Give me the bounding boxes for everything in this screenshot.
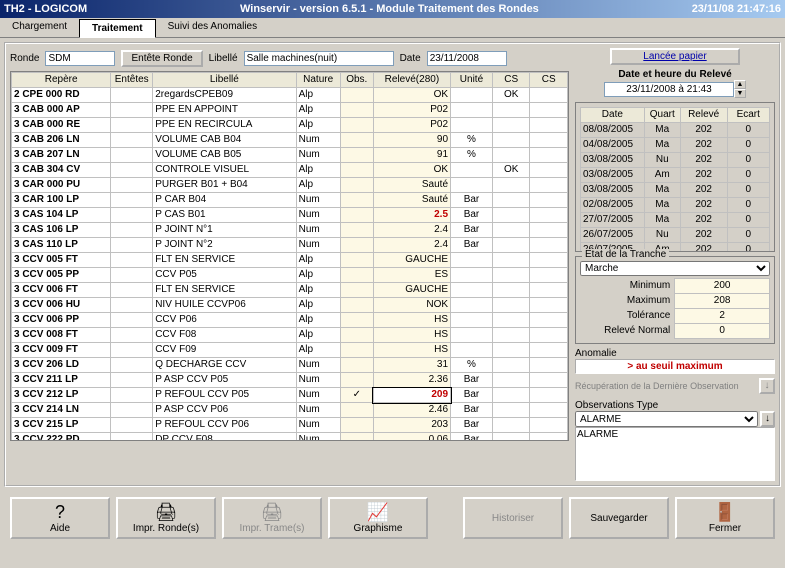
obs-add-button[interactable]: ↓ <box>760 411 775 427</box>
fermer-button[interactable]: 🚪Fermer <box>675 497 775 539</box>
clock: 23/11/08 21:47:16 <box>692 0 781 18</box>
table-row[interactable]: 3 CAR 100 LPP CAR B04NumSautéBar <box>12 193 568 208</box>
date-label: Date <box>400 53 421 64</box>
obs-type-select[interactable]: ALARME <box>575 411 758 427</box>
exit-icon: 🚪 <box>714 503 736 521</box>
table-row[interactable]: 3 CAB 206 LNVOLUME CAB B04Num90% <box>12 133 568 148</box>
etat-select[interactable]: Marche <box>580 261 770 276</box>
sauvegarder-button[interactable]: Sauvegarder <box>569 497 669 539</box>
dateheure-up[interactable]: ▲ <box>734 80 746 89</box>
grid-header[interactable]: Repère <box>12 73 111 88</box>
etat-tol: 2 <box>675 309 770 324</box>
table-row[interactable]: 3 CAB 304 CVCONTROLE VISUELAlpOKOK <box>12 163 568 178</box>
printer-icon: 🖨 <box>155 503 178 521</box>
entete-ronde-button[interactable]: Entête Ronde <box>121 50 202 67</box>
grid-header[interactable]: CS <box>530 73 568 88</box>
derniers-row[interactable]: 26/07/2005Nu2020 <box>581 228 770 243</box>
aide-button[interactable]: ?Aide <box>10 497 110 539</box>
obs-list[interactable]: ALARME <box>575 427 775 481</box>
date-input[interactable] <box>427 51 507 66</box>
obs-list-item[interactable]: ALARME <box>577 429 773 440</box>
table-row[interactable]: 3 CCV 005 FTFLT EN SERVICEAlpGAUCHE <box>12 253 568 268</box>
anomalie-value: > au seuil maximum <box>575 359 775 374</box>
table-row[interactable]: 3 CCV 211 LPP ASP CCV P05Num2.36Bar <box>12 373 568 388</box>
etat-tol-label: Tolérance <box>580 309 675 324</box>
grid-header[interactable]: Unité <box>451 73 493 88</box>
grid-header[interactable]: Entêtes <box>111 73 153 88</box>
etat-max: 208 <box>675 294 770 309</box>
table-row[interactable]: 3 CCV 006 HUNIV HUILE CCVP06AlpNOK <box>12 298 568 313</box>
grid-header[interactable]: Libellé <box>153 73 296 88</box>
recup-label: Récupération de la Dernière Observation <box>575 381 739 391</box>
derniers-header[interactable]: Quart <box>644 108 680 123</box>
derniers-row[interactable]: 27/07/2005Ma2020 <box>581 213 770 228</box>
recup-button[interactable]: ↓ <box>759 378 775 394</box>
tab-traitement[interactable]: Traitement <box>79 19 156 38</box>
etat-max-label: Maximum <box>580 294 675 309</box>
table-row[interactable]: 3 CCV 006 FTFLT EN SERVICEAlpGAUCHE <box>12 283 568 298</box>
dateheure-down[interactable]: ▼ <box>734 89 746 98</box>
derniers-row[interactable]: 03/08/2005Nu2020 <box>581 153 770 168</box>
table-row[interactable]: 3 CAR 000 PUPURGER B01 + B04AlpSauté <box>12 178 568 193</box>
etat-norm: 0 <box>675 324 770 339</box>
derniers-header[interactable]: Ecart <box>727 108 769 123</box>
module-title: Winservir - version 6.5.1 - Module Trait… <box>240 0 539 18</box>
table-row[interactable]: 3 CCV 215 LPP REFOUL CCV P06Num203Bar <box>12 418 568 433</box>
main-grid[interactable]: RepèreEntêtesLibelléNatureObs.Relevé(280… <box>10 71 569 441</box>
table-row[interactable]: 3 CAB 000 APPPE EN APPOINTAlpP02 <box>12 103 568 118</box>
table-row[interactable]: 3 CCV 009 FTCCV F09AlpHS <box>12 343 568 358</box>
grid-header[interactable]: Obs. <box>340 73 373 88</box>
etat-min: 200 <box>675 279 770 294</box>
grid-header[interactable]: CS <box>492 73 530 88</box>
dateheure-input[interactable] <box>604 82 734 97</box>
table-row[interactable]: 3 CCV 005 PPCCV P05AlpES <box>12 268 568 283</box>
table-row[interactable]: 3 CAB 000 REPPE EN RECIRCULAAlpP02 <box>12 118 568 133</box>
derniers-header[interactable]: Relevé <box>680 108 727 123</box>
etat-title: Etat de la Tranche <box>582 249 669 260</box>
graphisme-button[interactable]: 📈Graphisme <box>328 497 428 539</box>
derniers-row[interactable]: 08/08/2005Ma2020 <box>581 123 770 138</box>
table-row[interactable]: 2 CPE 000 RD2regardsCPEB09AlpOKOK <box>12 88 568 103</box>
tab-chargement[interactable]: Chargement <box>0 18 79 37</box>
table-row[interactable]: 3 CCV 206 LDQ DECHARGE CCVNum31% <box>12 358 568 373</box>
derniers-row[interactable]: 03/08/2005Ma2020 <box>581 183 770 198</box>
chart-icon: 📈 <box>367 503 389 521</box>
ronde-label: Ronde <box>10 53 39 64</box>
table-row[interactable]: 3 CCV 008 FTCCV F08AlpHS <box>12 328 568 343</box>
impr-trame-button: 🖨Impr. Trame(s) <box>222 497 322 539</box>
dateheure-label: Date et heure du Relevé <box>575 69 775 80</box>
ronde-input[interactable] <box>45 51 115 66</box>
help-icon: ? <box>55 503 65 521</box>
table-row[interactable]: 3 CAS 110 LPP JOINT N°2Num2.4Bar <box>12 238 568 253</box>
etat-norm-label: Relevé Normal <box>580 324 675 339</box>
table-row[interactable]: 3 CAS 106 LPP JOINT N°1Num2.4Bar <box>12 223 568 238</box>
table-row[interactable]: 3 CCV 006 PPCCV P06AlpHS <box>12 313 568 328</box>
libelle-label: Libellé <box>209 53 238 64</box>
etat-min-label: Minimum <box>580 279 675 294</box>
table-row[interactable]: 3 CCV 222 PDDP CCV F08Num0.06Bar <box>12 433 568 442</box>
obs-type-label: Observations Type <box>575 400 775 411</box>
table-row[interactable]: 3 CAB 207 LNVOLUME CAB B05Num91% <box>12 148 568 163</box>
libelle-input[interactable] <box>244 51 394 66</box>
tab-suivi-anomalies[interactable]: Suivi des Anomalies <box>156 18 270 37</box>
app-title: TH2 - LOGICOM <box>4 0 87 18</box>
derniers-title: Derniers Relevés <box>582 102 665 106</box>
derniers-row[interactable]: 04/08/2005Ma2020 <box>581 138 770 153</box>
grid-header[interactable]: Nature <box>296 73 340 88</box>
table-row[interactable]: 3 CCV 214 LNP ASP CCV P06Num2.46Bar <box>12 403 568 418</box>
derniers-row[interactable]: 02/08/2005Ma2020 <box>581 198 770 213</box>
anomalie-label: Anomalie <box>575 348 775 359</box>
table-row[interactable]: 3 CAS 104 LPP CAS B01Num2.5Bar <box>12 208 568 223</box>
lancee-papier-button[interactable]: Lancée papier <box>610 48 740 65</box>
grid-header[interactable]: Relevé(280) <box>373 73 450 88</box>
table-row[interactable]: 3 CCV 212 LPP REFOUL CCV P05Num✓209Bar <box>12 388 568 403</box>
historiser-button: Historiser <box>463 497 563 539</box>
derniers-header[interactable]: Date <box>581 108 645 123</box>
impr-ronde-button[interactable]: 🖨Impr. Ronde(s) <box>116 497 216 539</box>
printer-icon: 🖨 <box>261 503 284 521</box>
derniers-row[interactable]: 03/08/2005Am2020 <box>581 168 770 183</box>
